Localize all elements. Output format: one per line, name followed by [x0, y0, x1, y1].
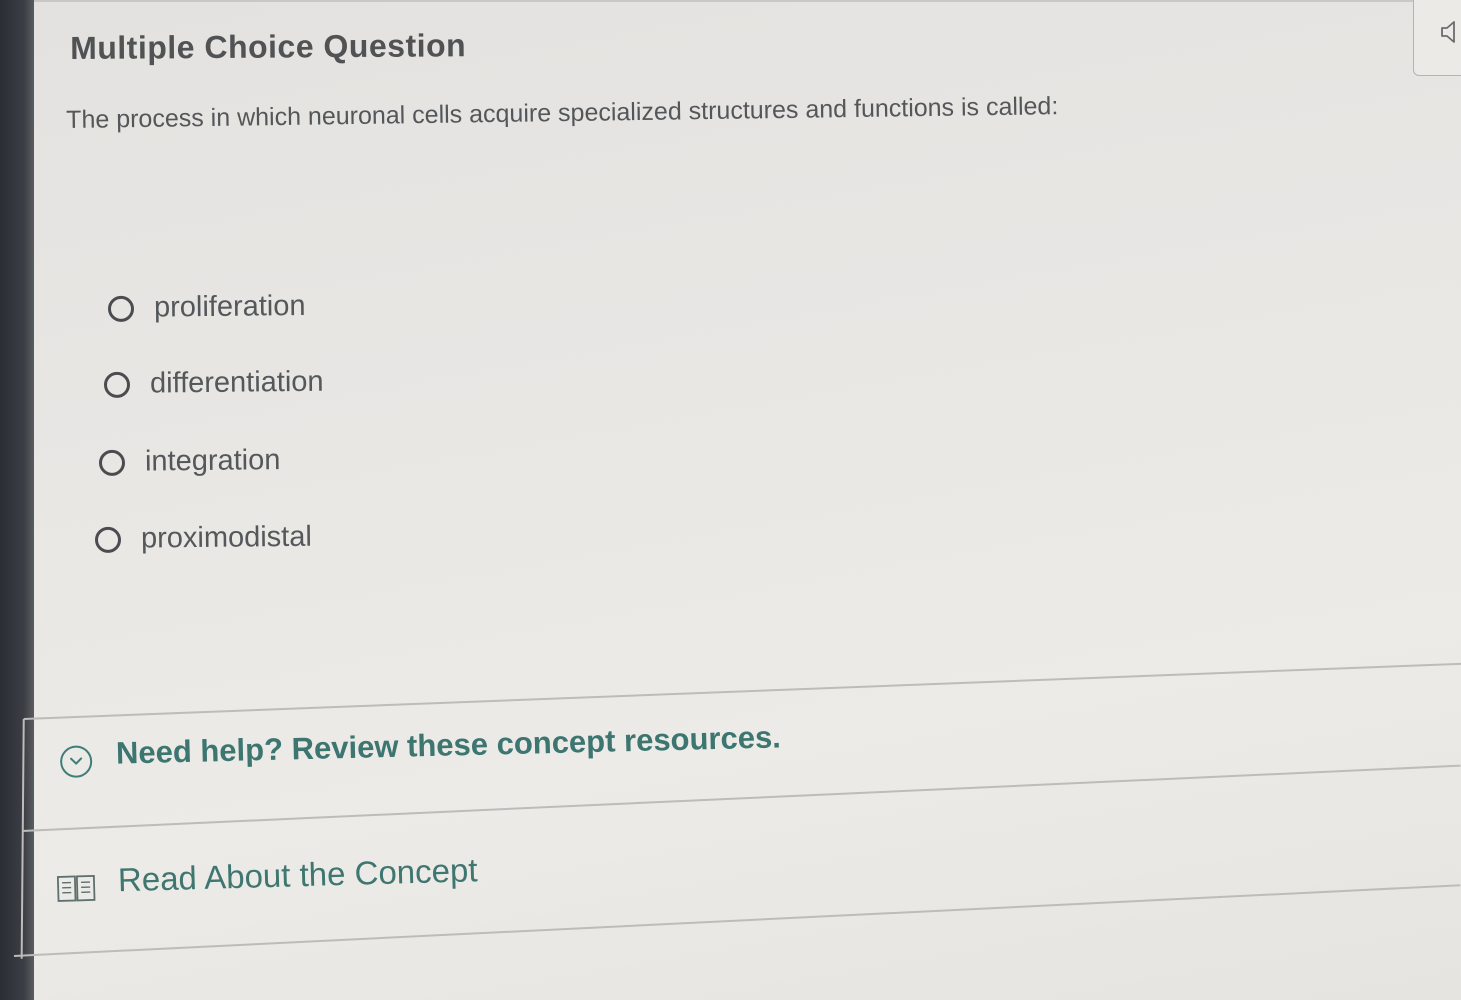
option-label: integration [144, 444, 281, 478]
question-prompt: The process in which neuronal cells acqu… [66, 92, 1059, 134]
read-about-concept-label: Read About the Concept [117, 851, 478, 899]
answer-option-proliferation[interactable]: proliferation [107, 289, 306, 325]
speaker-icon [1441, 21, 1455, 43]
help-resources-toggle[interactable]: Need help? Review these concept resource… [59, 714, 781, 778]
answer-option-integration[interactable]: integration [98, 444, 281, 479]
question-heading: Multiple Choice Question [70, 27, 467, 66]
option-label: proliferation [153, 289, 306, 324]
option-label: differentiation [149, 365, 324, 400]
read-aloud-button[interactable] [1413, 0, 1461, 76]
help-panel-top-border [23, 662, 1461, 720]
chevron-down-icon [59, 745, 93, 778]
radio-button[interactable] [98, 449, 126, 476]
read-about-concept-link[interactable]: Read About the Concept [55, 848, 478, 904]
answer-option-proximodistal[interactable]: proximodistal [94, 520, 312, 556]
answer-option-differentiation[interactable]: differentiation [103, 365, 324, 401]
help-toggle-label: Need help? Review these concept resource… [115, 719, 782, 771]
help-panel-divider [21, 764, 1461, 832]
left-sidebar-edge [0, 0, 34, 1000]
radio-button[interactable] [107, 295, 135, 322]
top-divider [34, 0, 1414, 2]
radio-button[interactable] [103, 371, 131, 398]
book-icon [56, 875, 96, 902]
option-label: proximodistal [140, 520, 312, 555]
radio-button[interactable] [94, 526, 122, 553]
